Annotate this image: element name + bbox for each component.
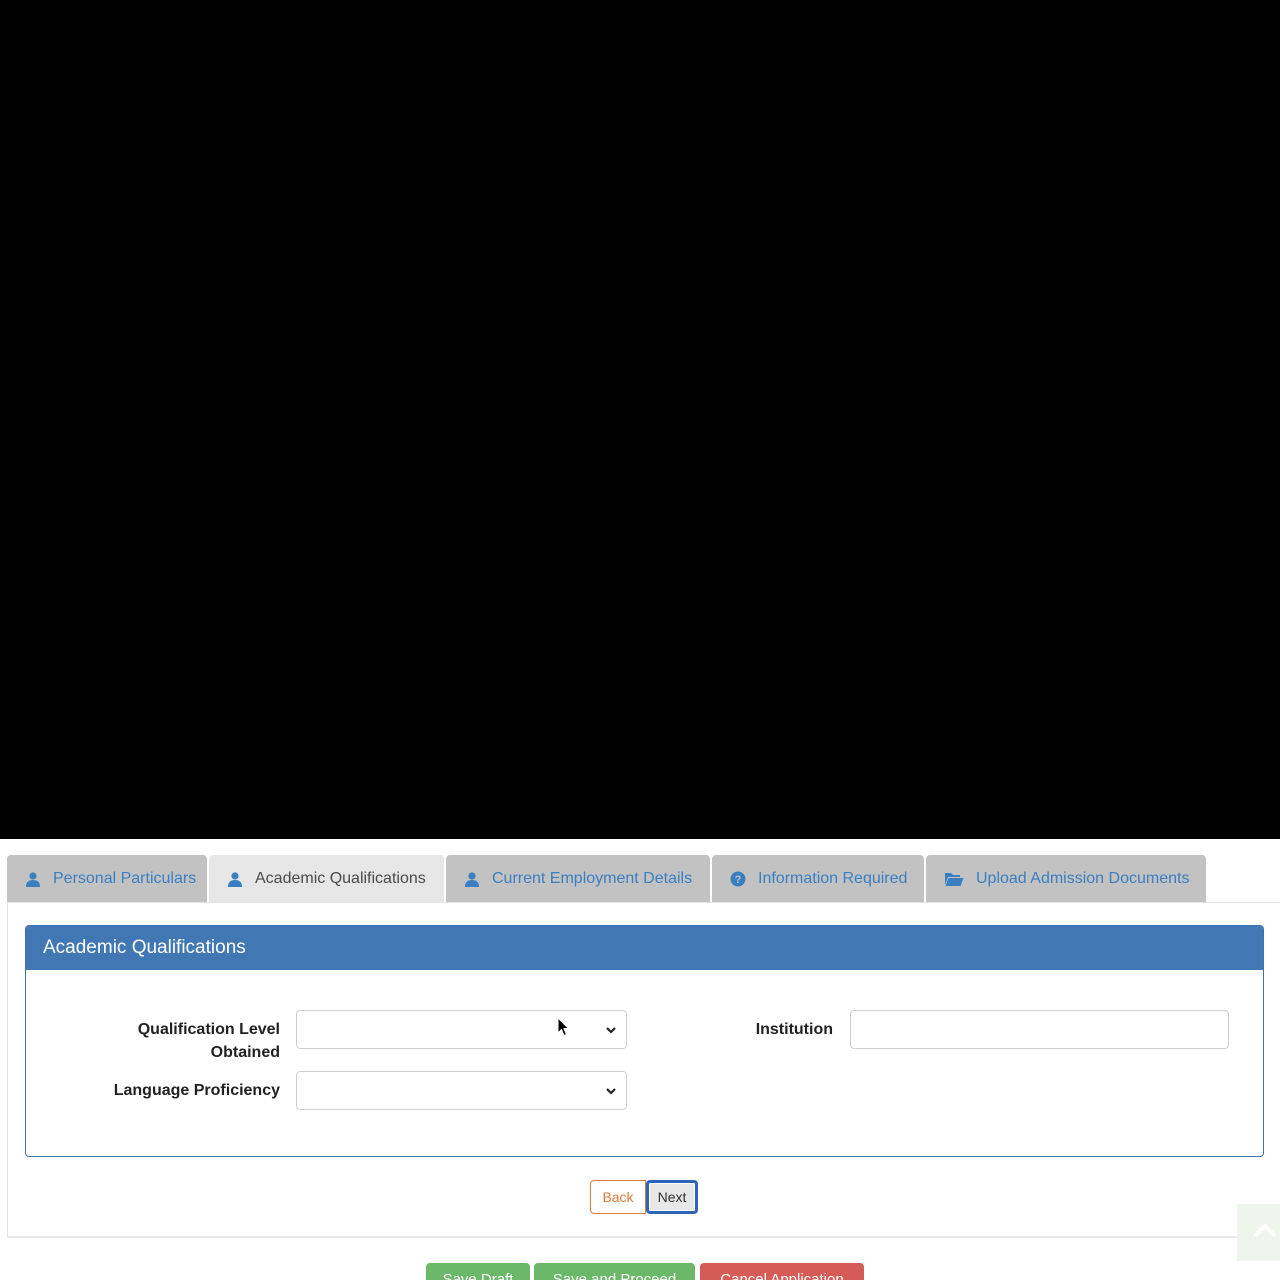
chevron-down-icon [606, 1088, 616, 1095]
tab-label: Current Employment Details [492, 870, 693, 887]
language-proficiency-select[interactable] [296, 1071, 627, 1110]
chevron-down-icon [606, 1027, 616, 1034]
tab-label: Academic Qualifications [255, 870, 426, 887]
cancel-application-button[interactable]: Cancel Application [700, 1263, 864, 1280]
tab-label: Information Required [758, 870, 908, 887]
institution-input[interactable] [850, 1010, 1229, 1049]
panel-title: Academic Qualifications [26, 926, 1263, 970]
language-proficiency-label: Language Proficiency [113, 1082, 280, 1099]
tab-information-required[interactable]: ? Information Required [712, 855, 924, 903]
qualification-level-select[interactable] [296, 1010, 627, 1049]
chevron-up-icon [1253, 1223, 1277, 1238]
qualification-level-label: Qualification Level Obtained [137, 1021, 280, 1061]
back-button[interactable]: Back [590, 1180, 646, 1214]
scroll-to-top-button[interactable] [1237, 1204, 1280, 1261]
user-icon [464, 871, 480, 887]
tab-label: Personal Particulars [53, 870, 197, 887]
tab-academic-qualifications[interactable]: Academic Qualifications [209, 855, 444, 903]
tab-label: Upload Admission Documents [976, 870, 1190, 887]
institution-label: Institution [755, 1021, 833, 1038]
svg-text:?: ? [735, 874, 742, 886]
blacked-out-region [0, 0, 1280, 839]
mouse-cursor-icon [557, 1017, 569, 1037]
next-button[interactable]: Next [646, 1180, 698, 1214]
tab-current-employment-details[interactable]: Current Employment Details [446, 855, 710, 903]
user-icon [227, 871, 243, 887]
tab-personal-particulars[interactable]: Personal Particulars [7, 855, 207, 903]
user-icon [25, 871, 41, 887]
save-draft-button[interactable]: Save Draft [426, 1263, 530, 1280]
question-circle-icon: ? [730, 871, 746, 887]
folder-open-icon [944, 871, 964, 887]
save-and-proceed-button[interactable]: Save and Proceed [534, 1263, 695, 1280]
tab-upload-admission-documents[interactable]: Upload Admission Documents [926, 855, 1206, 903]
form-tabs: Personal Particulars Academic Qualificat… [0, 855, 1280, 903]
